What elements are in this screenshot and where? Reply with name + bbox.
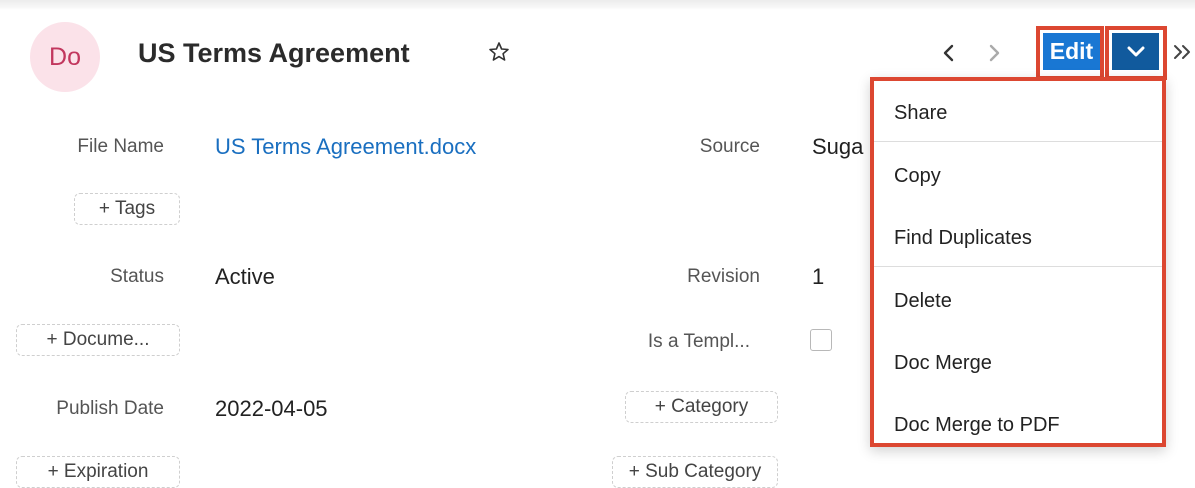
chevron-down-icon [1127, 46, 1144, 56]
menu-item-share[interactable]: Share [894, 102, 947, 125]
chevron-right-icon[interactable] [983, 41, 1005, 65]
avatar-initials: Do [49, 42, 81, 71]
menu-item-copy[interactable]: Copy [894, 165, 941, 188]
menu-divider [874, 266, 1162, 267]
publish-date-label: Publish Date [56, 398, 164, 419]
star-icon[interactable] [487, 40, 511, 64]
menu-item-doc-merge[interactable]: Doc Merge [894, 352, 992, 375]
revision-value: 1 [812, 264, 825, 289]
chevron-left-icon[interactable] [938, 41, 960, 65]
source-label: Source [699, 136, 760, 157]
file-name-label: File Name [77, 136, 164, 157]
menu-divider [874, 141, 1162, 142]
status-label: Status [110, 266, 164, 287]
is-template-checkbox[interactable] [810, 329, 832, 351]
add-expiration-button[interactable]: + Expiration [16, 456, 180, 488]
add-subcategory-button[interactable]: + Sub Category [612, 456, 778, 488]
edit-button[interactable]: Edit [1043, 33, 1100, 70]
menu-item-find-duplicates[interactable]: Find Duplicates [894, 227, 1032, 250]
double-chevron-right-icon[interactable] [1172, 40, 1194, 64]
file-name-link[interactable]: US Terms Agreement.docx [215, 134, 476, 160]
menu-item-doc-merge-to-pdf[interactable]: Doc Merge to PDF [894, 414, 1060, 437]
publish-date-value: 2022-04-05 [215, 396, 328, 421]
source-value: Suga [812, 134, 864, 159]
actions-dropdown-button[interactable] [1112, 33, 1159, 70]
menu-item-delete[interactable]: Delete [894, 290, 952, 313]
avatar: Do [30, 22, 100, 92]
add-document-field-button[interactable]: + Docume... [16, 324, 180, 356]
actions-dropdown-menu: Share Copy Find Duplicates Delete Doc Me… [870, 77, 1166, 447]
status-value: Active [215, 264, 275, 289]
add-category-button[interactable]: + Category [625, 391, 778, 423]
revision-label: Revision [687, 266, 760, 287]
top-shadow-band [0, 0, 1195, 10]
add-tags-button[interactable]: + Tags [74, 193, 180, 225]
is-template-label: Is a Templ... [647, 331, 750, 352]
page-title: US Terms Agreement [138, 38, 410, 68]
